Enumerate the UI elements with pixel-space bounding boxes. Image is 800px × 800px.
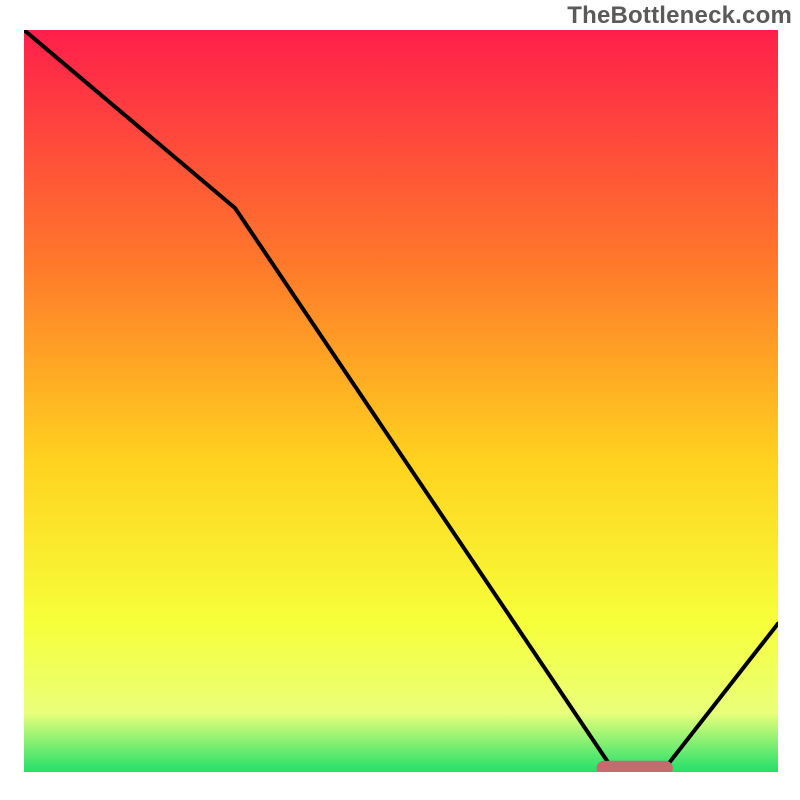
chart-stage: TheBottleneck.com xyxy=(0,0,800,800)
frame-right xyxy=(778,0,800,800)
frame-left xyxy=(0,0,24,800)
bottleneck-chart xyxy=(0,0,800,800)
frame-bottom xyxy=(0,772,800,800)
watermark-label: TheBottleneck.com xyxy=(567,2,792,30)
heat-gradient xyxy=(24,30,778,772)
